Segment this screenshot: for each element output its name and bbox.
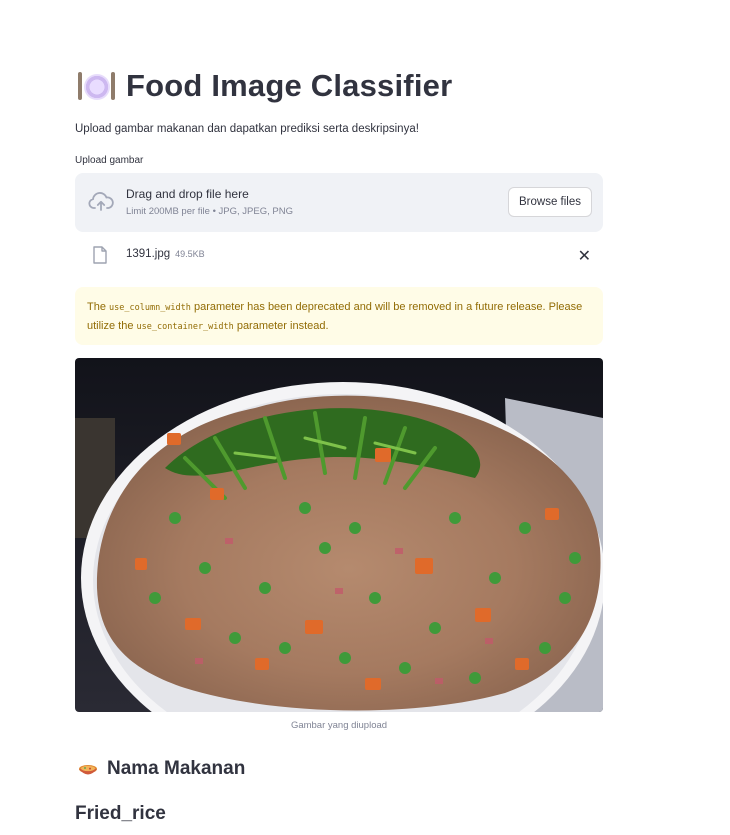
warning-code-1: use_column_width [109, 303, 191, 313]
page-subtitle: Upload gambar makanan dan dapatkan predi… [75, 123, 419, 135]
prediction-heading: Nama Makanan [77, 758, 245, 780]
predicted-food-name: Fried_rice [75, 803, 166, 824]
dropzone-instructions: Drag and drop file here Limit 200MB per … [126, 187, 293, 217]
remove-file-close-icon[interactable]: ✕ [578, 246, 591, 266]
deprecation-warning: The use_column_width parameter has been … [75, 287, 603, 345]
file-name: 1391.jpg [126, 248, 171, 260]
file-dropzone[interactable]: Drag and drop file here Limit 200MB per … [75, 173, 603, 232]
plate-with-cutlery-icon [78, 68, 115, 104]
upload-label: Upload gambar [75, 155, 144, 166]
page-header: Food Image Classifier [78, 68, 452, 104]
warning-text-1: The [87, 301, 110, 313]
file-icon [93, 246, 107, 264]
cloud-upload-icon [88, 192, 114, 211]
curry-bowl-icon [79, 765, 97, 775]
uploaded-file-item: 1391.jpg 49.5KB ✕ [75, 243, 603, 269]
file-size: 49.5KB [175, 249, 205, 259]
warning-code-2: use_container_width [136, 322, 234, 332]
prediction-heading-title: Nama Makanan [107, 758, 246, 779]
fried-rice-photo [75, 358, 603, 712]
warning-text-3: parameter instead. [233, 320, 329, 332]
page-title: Food Image Classifier [126, 68, 453, 103]
image-caption: Gambar yang diupload [290, 720, 388, 731]
dropzone-limit: Limit 200MB per file • JPG, JPEG, PNG [126, 206, 293, 217]
browse-files-button[interactable]: Browse files [508, 187, 592, 217]
uploaded-food-image [75, 358, 603, 712]
dropzone-title: Drag and drop file here [126, 187, 249, 201]
